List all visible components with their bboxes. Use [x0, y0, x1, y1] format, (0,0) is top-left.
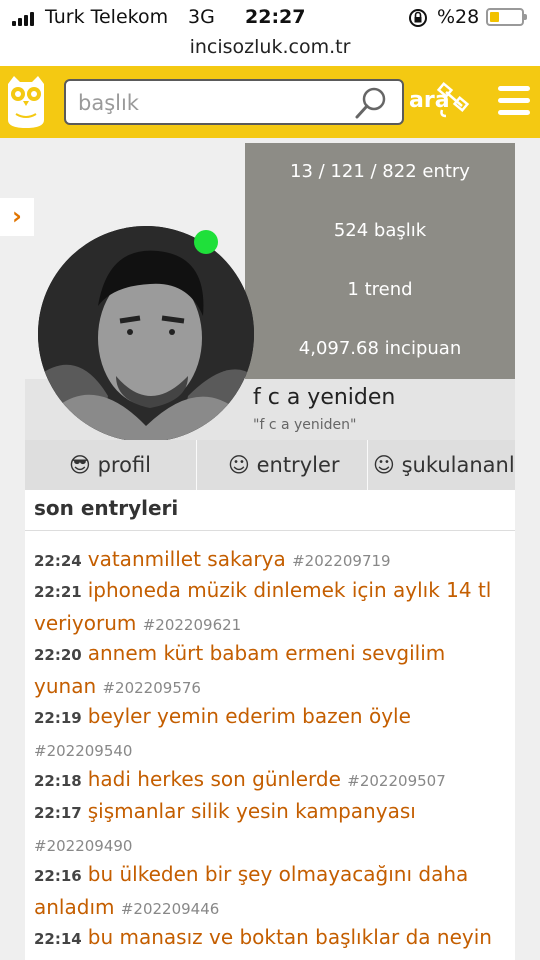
entry-title[interactable]: vatanmillet sakarya	[88, 547, 286, 571]
list-item[interactable]: 22:18 hadi herkes son günlerde #202209507	[34, 764, 512, 797]
tab-divider	[196, 440, 197, 490]
entry-title[interactable]: şişmanlar silik yesin kampanyası	[88, 799, 416, 823]
divider	[25, 530, 515, 531]
smiley-icon: ☺	[228, 453, 250, 477]
points-stat: 4,097.68 incipuan	[298, 338, 462, 359]
recent-entries-card: son entryleri 22:24 vatanmillet sakarya #…	[25, 490, 515, 960]
site-header: ara	[0, 66, 540, 138]
carrier-name: Turk Telekom	[45, 6, 169, 28]
entry-id[interactable]: #202209621	[143, 616, 241, 634]
list-item[interactable]: 22:14 bu manasız ve boktan başlıklar da n…	[34, 922, 512, 955]
entry-count-stat[interactable]: 13 / 121 / 822 entry	[245, 161, 515, 182]
satellite-icon[interactable]	[436, 80, 472, 120]
search-box[interactable]	[64, 79, 404, 125]
list-item[interactable]: 22:17 şişmanlar silik yesin kampanyası #2…	[34, 796, 512, 862]
search-icon[interactable]	[354, 85, 390, 121]
section-title: son entryleri	[34, 496, 179, 520]
tab-sukulananlar-label: şukulananlar	[401, 453, 515, 477]
entry-time: 22:19	[34, 709, 82, 727]
tab-entryler-label: entryler	[256, 453, 340, 477]
list-item[interactable]: 22:19 beyler yemin ederim bazen öyle #202…	[34, 701, 512, 767]
entry-time: 22:21	[34, 583, 82, 601]
online-status-dot	[194, 230, 218, 254]
tab-entryler[interactable]: ☺ entryler	[228, 440, 340, 490]
entry-id[interactable]: #202209719	[292, 552, 390, 570]
entry-title[interactable]: hadi herkes son günlerde	[88, 767, 341, 791]
list-item[interactable]: 22:24 vatanmillet sakarya #202209719	[34, 544, 512, 577]
tab-sukulananlar[interactable]: ☺ şukulananlar	[373, 440, 515, 490]
orientation-lock-icon	[409, 9, 427, 27]
entry-id[interactable]: #202209540	[34, 742, 132, 760]
status-bar: Turk Telekom 3G 22:27 %28	[0, 0, 540, 34]
entry-time: 22:18	[34, 772, 82, 790]
entry-title[interactable]: annem kürt babam ermeni sevgilim yunan	[34, 641, 445, 698]
profile-tabs: 😎 profil ☺ entryler ☺ şukulananlar	[25, 440, 515, 490]
menu-icon[interactable]	[498, 86, 530, 118]
entry-title[interactable]: beyler yemin ederim bazen öyle	[88, 704, 411, 728]
search-input[interactable]	[76, 87, 350, 119]
entry-time: 22:24	[34, 552, 82, 570]
list-item[interactable]: 22:16 bu ülkeden bir şey olmayacağını dah…	[34, 859, 512, 925]
tab-profil[interactable]: 😎 profil	[69, 440, 151, 490]
entry-title[interactable]: iphoneda müzik dinlemek için aylık 14 tl…	[34, 578, 491, 635]
entry-id[interactable]: #202209576	[102, 679, 200, 697]
entry-id[interactable]: #202209490	[34, 837, 132, 855]
battery-percent: %28	[437, 6, 480, 28]
owl-logo-icon[interactable]	[4, 74, 48, 130]
entry-time: 22:20	[34, 646, 82, 664]
sunglasses-smiley-icon: 😎	[69, 453, 91, 477]
chevron-right-icon[interactable]: ›	[0, 198, 34, 236]
profile-quote: "f c a yeniden"	[253, 417, 357, 433]
network-type: 3G	[188, 6, 215, 28]
tab-profil-label: profil	[97, 453, 152, 477]
battery-icon	[486, 8, 527, 26]
url-text: incisozluk.com.tr	[189, 36, 351, 58]
entry-time: 22:14	[34, 930, 82, 948]
profile-username: f c a yeniden	[253, 385, 396, 410]
entry-time: 22:16	[34, 867, 82, 885]
list-item[interactable]: 22:21 iphoneda müzik dinlemek için aylık …	[34, 575, 512, 641]
clock: 22:27	[245, 6, 306, 28]
signal-icon	[12, 10, 40, 26]
avatar-photo	[38, 226, 254, 442]
avatar[interactable]	[38, 226, 254, 442]
entry-title[interactable]: bu manasız ve boktan başlıklar da neyin	[88, 925, 492, 949]
list-item[interactable]: 22:20 annem kürt babam ermeni sevgilim yu…	[34, 638, 512, 704]
entry-title[interactable]: bu ülkeden bir şey olmayacağını daha anl…	[34, 862, 468, 919]
tab-divider	[367, 440, 368, 490]
entry-time: 22:17	[34, 804, 82, 822]
trend-count-stat: 1 trend	[347, 279, 413, 300]
entry-id[interactable]: #202209507	[347, 772, 445, 790]
profile-stats-panel: 13 / 121 / 822 entry 524 başlık 1 trend …	[245, 143, 515, 379]
address-bar[interactable]: incisozluk.com.tr	[0, 34, 540, 66]
smiley-icon: ☺	[373, 453, 395, 477]
topic-count-stat[interactable]: 524 başlık	[245, 220, 515, 241]
entry-id[interactable]: #202209446	[121, 900, 219, 918]
